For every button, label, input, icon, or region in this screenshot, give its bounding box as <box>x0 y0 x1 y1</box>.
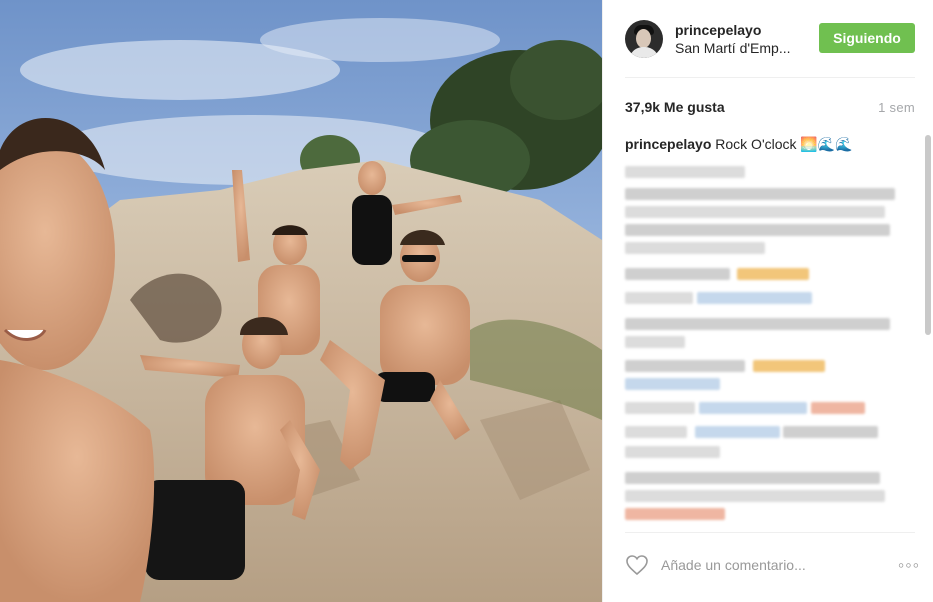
post-photo-image <box>0 0 602 602</box>
user-meta: princepelayo San Martí d'Emp... <box>675 22 800 57</box>
post-time[interactable]: 1 sem <box>878 100 915 115</box>
caption-username[interactable]: princepelayo <box>625 136 711 152</box>
likes-count[interactable]: 37,9k Me gusta <box>625 99 725 115</box>
comments-scrollbar[interactable] <box>925 135 931 335</box>
more-options-icon[interactable]: ◦◦◦ <box>898 556 920 574</box>
heart-icon[interactable] <box>625 554 649 576</box>
divider <box>625 532 915 533</box>
location-link[interactable]: San Martí d'Emp... <box>675 39 800 57</box>
post-photo[interactable] <box>0 0 602 602</box>
divider <box>625 77 915 78</box>
post-sidebar: princepelayo San Martí d'Emp... Siguiend… <box>602 0 933 602</box>
avatar[interactable] <box>625 20 663 58</box>
username-link[interactable]: princepelayo <box>675 22 800 39</box>
caption-text: Rock O'clock 🌅🌊🌊 <box>715 136 853 152</box>
post-header: princepelayo San Martí d'Emp... Siguiend… <box>625 16 915 62</box>
comment-input[interactable] <box>661 557 871 573</box>
following-button[interactable]: Siguiendo <box>819 23 915 53</box>
comments-list-blurred <box>625 160 905 520</box>
likes-row: 37,9k Me gusta 1 sem <box>625 98 915 116</box>
comment-bar: ◦◦◦ <box>625 550 920 580</box>
post-modal: princepelayo San Martí d'Emp... Siguiend… <box>0 0 933 602</box>
caption: princepelayo Rock O'clock 🌅🌊🌊 <box>625 135 905 153</box>
